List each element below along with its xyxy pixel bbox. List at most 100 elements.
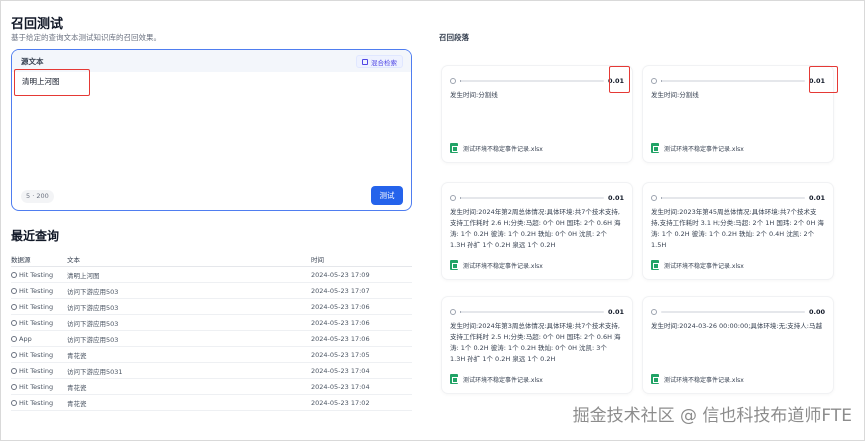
score-value: 0.00: [809, 308, 826, 316]
row-text: 访问下游应用503: [67, 335, 119, 344]
table-row[interactable]: Hit Testing 青花瓷 2024-05-23 17:04: [11, 379, 412, 395]
card-file[interactable]: 测试环境不稳定事件记录.xlsx: [450, 260, 543, 270]
card-file[interactable]: 测试环境不稳定事件记录.xlsx: [651, 260, 744, 270]
excel-file-icon: [651, 260, 659, 270]
query-highlight-box: [14, 69, 90, 96]
score-bar: [661, 197, 805, 199]
row-text: 青花瓷: [67, 399, 87, 408]
card-score-row: 0.01: [651, 192, 825, 204]
row-source: Hit Testing: [11, 303, 67, 311]
source-icon: [11, 335, 17, 342]
row-source: Hit Testing: [11, 351, 67, 359]
row-source: Hit Testing: [11, 287, 67, 295]
row-source-label: Hit Testing: [19, 382, 54, 391]
source-icon: [11, 287, 17, 294]
row-source-label: Hit Testing: [19, 366, 54, 375]
source-icon: [11, 399, 17, 406]
result-card[interactable]: 0.01 发生时间:2024年第2周总体情况:具体环境:共7个技术支持,支持工作耗…: [442, 183, 632, 279]
char-counter: 5 · 200: [21, 190, 54, 203]
card-content: 发生时间:2024年第3周总体情况:具体环境:共7个技术支持,支持工作耗时 2.…: [450, 322, 621, 363]
source-icon: [11, 271, 17, 278]
row-source-label: Hit Testing: [19, 398, 54, 407]
score-bar-fill: [661, 197, 663, 199]
score-value: 0.01: [608, 194, 625, 202]
score-icon: [450, 78, 456, 84]
mixed-search-icon: [362, 58, 368, 65]
recent-queries-title: 最近查询: [11, 229, 60, 243]
row-text: 访问下游应用503: [67, 287, 119, 296]
card-score-row: 0.01: [450, 192, 624, 204]
row-source-label: Hit Testing: [19, 302, 54, 311]
table-row[interactable]: Hit Testing 青花瓷 2024-05-23 17:02: [11, 395, 412, 411]
table-header: 数据源 文本 时间: [11, 251, 412, 267]
row-source: Hit Testing: [11, 367, 67, 375]
result-card[interactable]: 0.01 发生时间:分割线 测试环境不稳定事件记录.xlsx: [643, 66, 833, 162]
recalled-paragraphs-title: 召回段落: [439, 33, 469, 42]
source-icon: [11, 351, 17, 358]
row-source-label: Hit Testing: [19, 350, 54, 359]
table-row[interactable]: Hit Testing 访问下游应用503 2024-05-23 17:06: [11, 315, 412, 331]
row-text: 访问下游应用5031: [67, 367, 123, 376]
score-bar-fill: [661, 80, 663, 82]
score-bar: [460, 311, 604, 313]
row-time: 2024-05-23 17:06: [311, 302, 370, 311]
card-score-row: 0.00: [651, 306, 825, 318]
result-card[interactable]: 0.01 发生时间:分割线测试环境不稳定事件记录.xlsx: [442, 66, 632, 162]
file-name: 测试环境不稳定事件记录.xlsx: [463, 262, 543, 270]
row-source: Hit Testing: [11, 383, 67, 391]
score-bar: [661, 311, 805, 313]
row-source: Hit Testing: [11, 271, 67, 279]
result-card[interactable]: 0.01 发生时间:2023年第45周总体情况:具体环境:共7个技术支持,支持工作…: [643, 183, 833, 279]
score-bar: [460, 197, 604, 199]
table-row[interactable]: Hit Testing 访问下游应用503 2024-05-23 17:07: [11, 283, 412, 299]
excel-file-icon: [450, 143, 458, 153]
card-score-row: 0.01: [651, 75, 825, 87]
row-time: 2024-05-23 17:09: [311, 270, 370, 279]
table-row[interactable]: Hit Testing 访问下游应用503 2024-05-23 17:06: [11, 299, 412, 315]
row-source-label: Hit Testing: [19, 318, 54, 327]
row-text: 青花瓷: [67, 383, 87, 392]
result-card[interactable]: 0.00 发生时间:2024-03-26 00:00:00;具体环境:无;支持人:…: [643, 297, 833, 393]
result-card[interactable]: 0.01 发生时间:2024年第3周总体情况:具体环境:共7个技术支持,支持工作耗…: [442, 297, 632, 393]
row-source: App: [11, 335, 67, 343]
card-score-row: 0.01: [450, 75, 624, 87]
card-file[interactable]: 测试环境不稳定事件记录.xlsx: [450, 374, 543, 384]
score-value: 0.01: [608, 308, 625, 316]
mixed-search-button[interactable]: 混合检索: [356, 55, 403, 68]
page-subtitle: 基于给定的查询文本测试知识库的召回效果。: [11, 33, 161, 42]
table-row[interactable]: Hit Testing 清明上河图 2024-05-23 17:09: [11, 267, 412, 283]
score-bar-fill: [460, 311, 462, 313]
row-time: 2024-05-23 17:02: [311, 398, 370, 407]
card-file[interactable]: 测试环境不稳定事件记录.xlsx: [651, 143, 744, 153]
source-icon: [11, 319, 17, 326]
file-name: 测试环境不稳定事件记录.xlsx: [664, 376, 744, 384]
table-row[interactable]: Hit Testing 访问下游应用5031 2024-05-23 17:04: [11, 363, 412, 379]
row-source: Hit Testing: [11, 319, 67, 327]
mixed-search-label: 混合检索: [371, 58, 397, 67]
excel-file-icon: [450, 260, 458, 270]
row-text: 青花瓷: [67, 351, 87, 360]
card-file[interactable]: 测试环境不稳定事件记录.xlsx: [651, 374, 744, 384]
file-name: 测试环境不稳定事件记录.xlsx: [463, 145, 543, 153]
file-name: 测试环境不稳定事件记录.xlsx: [664, 145, 744, 153]
table-row[interactable]: Hit Testing 青花瓷 2024-05-23 17:05: [11, 347, 412, 363]
column-header-text: 文本: [67, 255, 80, 264]
card-file[interactable]: 测试环境不稳定事件记录.xlsx: [450, 143, 543, 153]
test-button[interactable]: 测试: [371, 186, 403, 205]
row-time: 2024-05-23 17:06: [311, 318, 370, 327]
score-icon: [450, 195, 456, 201]
card-content: 发生时间:2024-03-26 00:00:00;具体环境:无;支持人:马越: [651, 322, 822, 330]
card-content: 发生时间:分割线: [450, 91, 498, 99]
row-time: 2024-05-23 17:05: [311, 350, 370, 359]
row-source-label: App: [19, 334, 32, 343]
row-time: 2024-05-23 17:07: [311, 286, 370, 295]
score-icon: [651, 78, 657, 84]
row-source: Hit Testing: [11, 399, 67, 407]
score-bar: [460, 80, 604, 82]
table-row[interactable]: App 访问下游应用503 2024-05-23 17:06: [11, 331, 412, 347]
card-content: 发生时间:2023年第45周总体情况:具体环境:共7个技术支持,支持工作耗时 3…: [651, 208, 824, 249]
excel-file-icon: [651, 374, 659, 384]
row-time: 2024-05-23 17:04: [311, 366, 370, 375]
row-time: 2024-05-23 17:06: [311, 334, 370, 343]
score-bar: [661, 80, 805, 82]
